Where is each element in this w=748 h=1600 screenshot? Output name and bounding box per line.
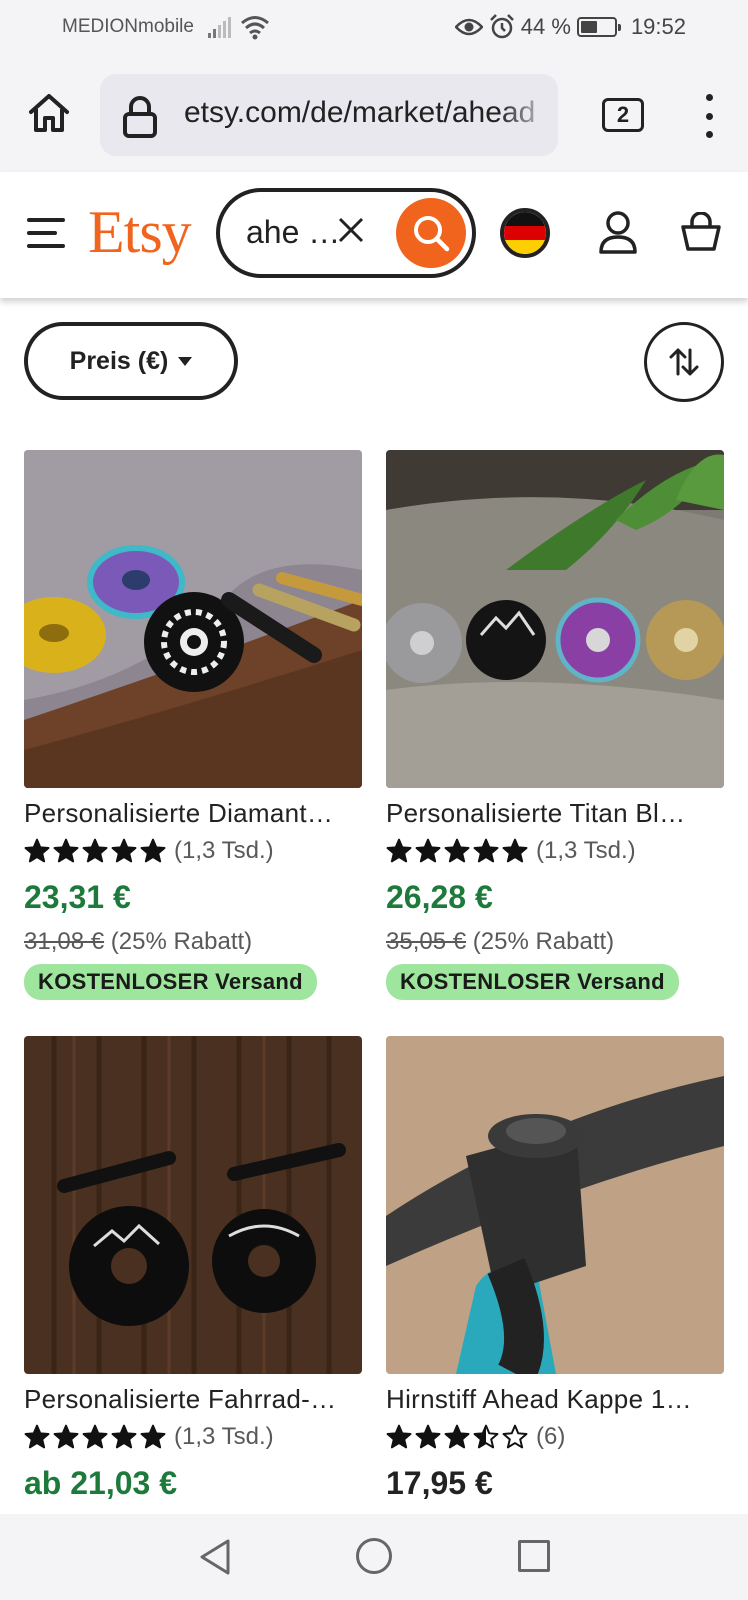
- product-image[interactable]: [24, 450, 362, 788]
- star-filled-icon: [82, 1424, 108, 1449]
- lock-icon: [123, 96, 157, 138]
- star-filled-icon: [140, 1424, 166, 1449]
- product-image[interactable]: [386, 1036, 724, 1374]
- browser-menu-icon[interactable]: [703, 94, 715, 138]
- star-filled-icon: [24, 838, 50, 863]
- etsy-logo[interactable]: Etsy: [88, 198, 192, 267]
- search-icon: [414, 216, 450, 252]
- status-bar: MEDIONmobile 44 % 19:52: [0, 0, 748, 58]
- tab-switcher-button[interactable]: 2: [602, 98, 644, 132]
- star-filled-icon: [415, 1424, 441, 1449]
- original-price: 31,08 €: [24, 928, 105, 955]
- star-filled-icon: [415, 838, 441, 863]
- account-icon[interactable]: [598, 210, 638, 254]
- star-filled-icon: [444, 838, 470, 863]
- browser-toolbar: etsy.com/de/market/ahead 2: [0, 58, 748, 172]
- price-filter-button[interactable]: Preis (€): [24, 322, 238, 400]
- product-title[interactable]: Personalisierte Fahrrad-…: [24, 1384, 362, 1415]
- star-filled-icon: [53, 1424, 79, 1449]
- region-flag-button[interactable]: [500, 208, 550, 258]
- wifi-icon: [241, 16, 269, 40]
- product-price: ab 21,03 €: [24, 1465, 177, 1501]
- star-empty-icon: [502, 1424, 528, 1449]
- sort-arrows-icon: [669, 348, 699, 376]
- product-price: 23,31 €: [24, 879, 131, 915]
- menu-icon[interactable]: [27, 218, 65, 248]
- product-image[interactable]: [24, 1036, 362, 1374]
- free-shipping-badge: KOSTENLOSER Versand: [386, 964, 679, 1000]
- star-filled-icon: [111, 838, 137, 863]
- battery-level: [580, 21, 597, 33]
- battery-icon: [576, 17, 621, 37]
- star-filled-icon: [111, 1424, 137, 1449]
- product-title[interactable]: Personalisierte Diamant…: [24, 798, 362, 829]
- star-filled-icon: [502, 838, 528, 863]
- star-filled-icon: [82, 838, 108, 863]
- product-card[interactable]: Hirnstiff Ahead Kappe 1… (6) 17,95 €: [386, 1036, 724, 1502]
- rating-count: (1,3 Tsd.): [174, 1423, 274, 1450]
- original-price: 35,05 €: [386, 928, 467, 955]
- battery-percent: 44 %: [520, 14, 571, 39]
- clear-search-icon[interactable]: [338, 217, 364, 243]
- rating-stars: [24, 838, 166, 864]
- search-input-value[interactable]: ahe …: [246, 214, 340, 251]
- home-icon[interactable]: [26, 90, 72, 136]
- product-card[interactable]: Personalisierte Diamant… (1,3 Tsd.) 23,3…: [24, 450, 362, 1000]
- product-rating: (1,3 Tsd.): [386, 837, 724, 865]
- carrier-name: MEDIONmobile: [62, 16, 194, 37]
- product-image[interactable]: [386, 450, 724, 788]
- site-header: Etsy ahe …: [0, 172, 748, 298]
- eye-icon: [454, 18, 483, 36]
- product-price: 26,28 €: [386, 879, 493, 915]
- rating-count: (1,3 Tsd.): [174, 837, 274, 864]
- back-icon[interactable]: [198, 1538, 232, 1576]
- star-filled-icon: [386, 1424, 412, 1449]
- star-filled-icon: [386, 838, 412, 863]
- price-filter-label: Preis (€): [69, 346, 169, 375]
- discount-label: (25% Rabatt): [110, 928, 253, 955]
- star-half-icon: [473, 1424, 499, 1449]
- cart-icon[interactable]: [680, 212, 722, 252]
- rating-count: (6): [536, 1423, 566, 1450]
- star-filled-icon: [53, 838, 79, 863]
- clock: 19:52: [630, 14, 686, 39]
- signal-icon: [208, 17, 231, 38]
- product-title[interactable]: Hirnstiff Ahead Kappe 1…: [386, 1384, 724, 1415]
- free-shipping-badge: KOSTENLOSER Versand: [24, 964, 317, 1000]
- star-filled-icon: [473, 838, 499, 863]
- alarm-icon: [489, 14, 514, 39]
- product-card[interactable]: Personalisierte Titan Bl… (1,3 Tsd.) 26,…: [386, 450, 724, 1000]
- original-price-row: 31,08 € (25% Rabatt): [24, 928, 362, 956]
- product-rating: (6): [386, 1423, 724, 1451]
- recent-apps-icon[interactable]: [518, 1540, 550, 1572]
- rating-stars: [24, 1424, 166, 1450]
- star-filled-icon: [444, 1424, 470, 1449]
- rating-stars: [386, 838, 528, 864]
- search-field[interactable]: ahe …: [216, 188, 476, 278]
- sort-button[interactable]: [644, 322, 724, 402]
- status-right: 44 % 19:52: [454, 14, 686, 40]
- product-rating: (1,3 Tsd.): [24, 1423, 362, 1451]
- url-text: etsy.com/de/market/ahead: [184, 96, 536, 129]
- product-price: 17,95 €: [386, 1465, 493, 1501]
- address-bar[interactable]: etsy.com/de/market/ahead: [100, 74, 558, 156]
- search-button[interactable]: [396, 198, 466, 268]
- rating-count: (1,3 Tsd.): [536, 837, 636, 864]
- star-filled-icon: [140, 838, 166, 863]
- product-rating: (1,3 Tsd.): [24, 837, 362, 865]
- rating-stars: [386, 1424, 528, 1450]
- star-filled-icon: [24, 1424, 50, 1449]
- original-price-row: 35,05 € (25% Rabatt): [386, 928, 724, 956]
- product-title[interactable]: Personalisierte Titan Bl…: [386, 798, 724, 829]
- caret-down-icon: [178, 356, 193, 366]
- home-nav-icon[interactable]: [356, 1538, 392, 1574]
- product-card[interactable]: Personalisierte Fahrrad-… (1,3 Tsd.) ab …: [24, 1036, 362, 1502]
- discount-label: (25% Rabatt): [472, 928, 615, 955]
- system-navigation-bar: [0, 1514, 748, 1600]
